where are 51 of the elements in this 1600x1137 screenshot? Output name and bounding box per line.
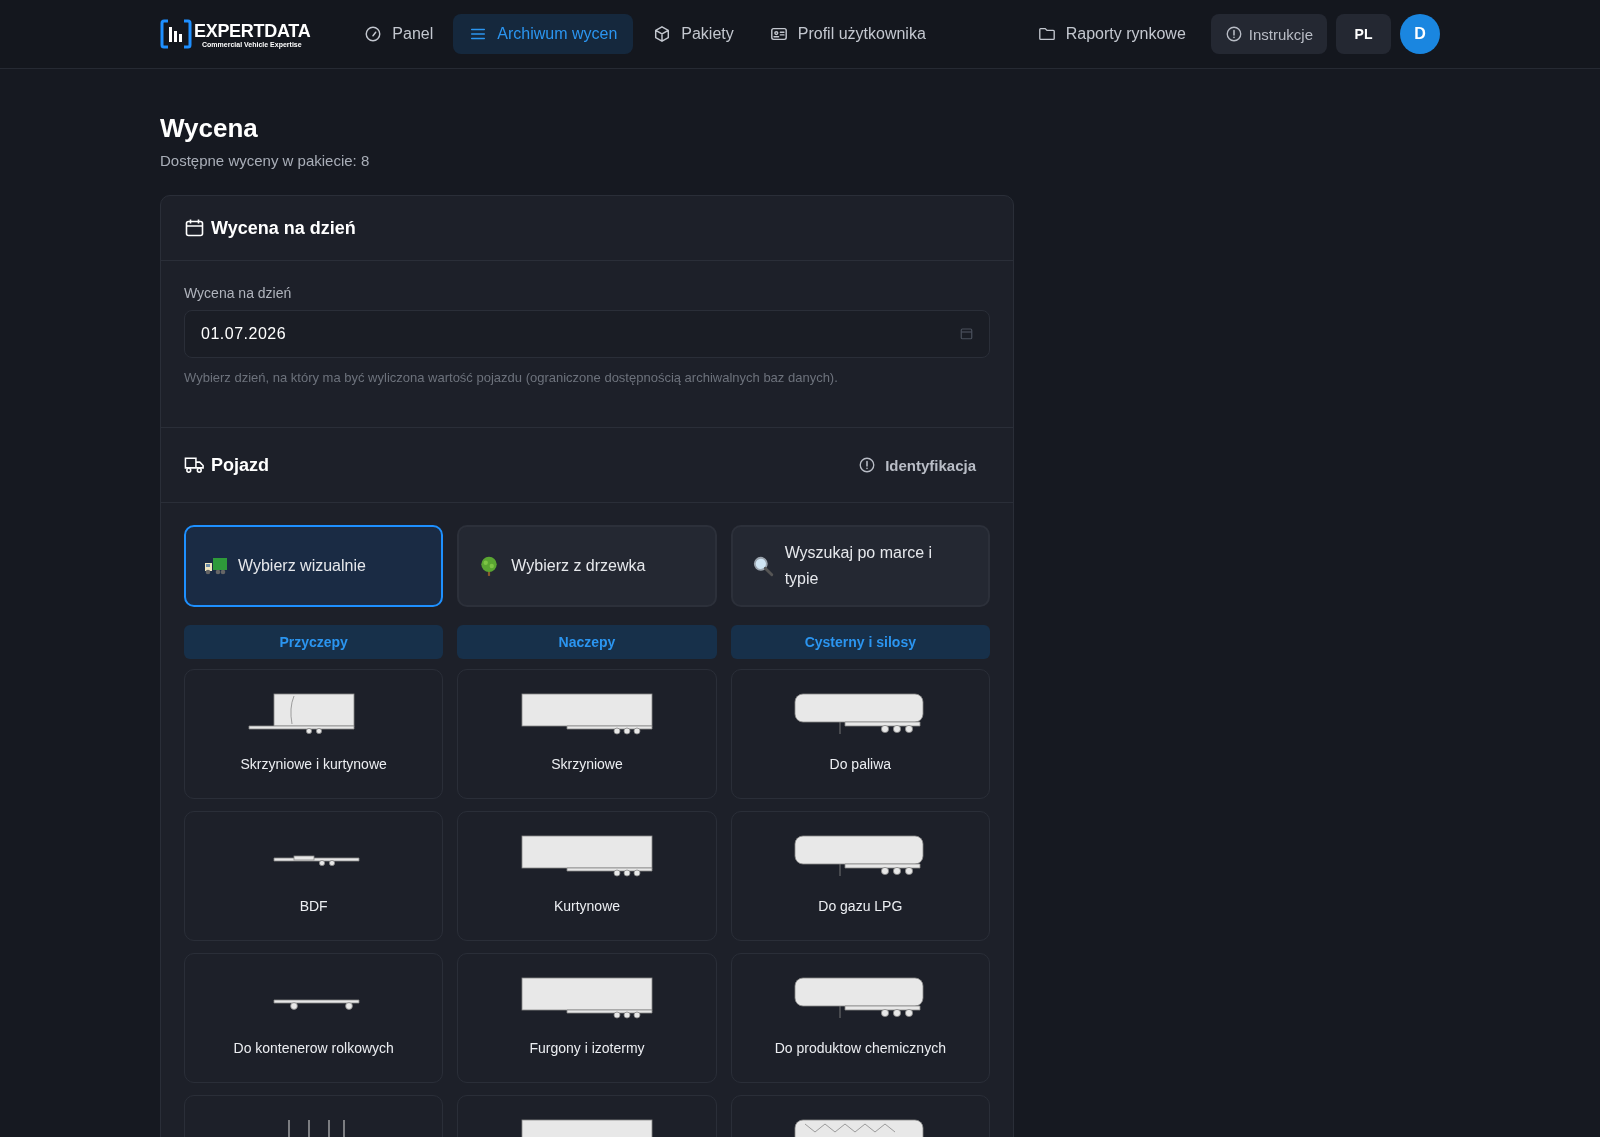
- truck-icon: [184, 455, 205, 475]
- vehicle-type-tile[interactable]: BDF: [184, 811, 444, 941]
- id-card-icon: [769, 25, 788, 43]
- folder-icon: [1037, 25, 1056, 43]
- truck-icon: [204, 555, 228, 577]
- field-hint: Wybierz dzień, na który ma być wyliczona wartość pojazdu (ograniczone dostępnością archiwalnych baz danych).: [184, 370, 839, 385]
- tile-label: Do paliwa: [829, 756, 892, 772]
- info-icon: [858, 456, 877, 474]
- tile-label: Kurtynowe: [553, 898, 621, 914]
- page-title: Wycena: [160, 113, 259, 144]
- selection-method-option[interactable]: Wybierz z drzewka: [457, 525, 717, 607]
- language-button[interactable]: PL: [1336, 14, 1391, 54]
- selection-method-option[interactable]: Wybierz wizualnie: [184, 525, 444, 607]
- vehicle-type-tile[interactable]: Skrzyniowe: [457, 669, 717, 799]
- category-tab[interactable]: Cysterny i silosy: [730, 625, 990, 659]
- selection-method-option[interactable]: Wyszukaj po marce i typie: [730, 525, 990, 607]
- tile-label: Furgony i izotermy: [529, 1040, 645, 1056]
- user-avatar[interactable]: D: [1400, 14, 1440, 54]
- nav-tab[interactable]: Panel: [348, 14, 450, 54]
- tile-label: Do produktow chemicznych: [774, 1040, 946, 1056]
- calendar-icon: [184, 218, 205, 238]
- nav-tab[interactable]: Pakiety: [637, 14, 750, 54]
- instructions-button[interactable]: Instrukcje: [1210, 14, 1327, 54]
- vehicle-type-tile[interactable]: Skrzyniowe i kurtynowe: [184, 669, 444, 799]
- cube-icon: [653, 25, 672, 43]
- vehicle-type-tile[interactable]: Do produktow chemicznych: [730, 953, 990, 1083]
- section-title: Pojazd: [211, 454, 269, 476]
- tile-label: Skrzyniowe: [551, 756, 623, 772]
- vehicle-type-tile[interactable]: Do paliwa: [730, 669, 990, 799]
- gauge-icon: [364, 25, 383, 43]
- vehicle-type-tile[interactable]: Do kontenerow rolkowych: [184, 953, 444, 1083]
- field-label: Wycena na dzień: [184, 285, 293, 301]
- vehicle-type-tile[interactable]: Kurtynowe: [457, 811, 717, 941]
- tile-label: Skrzyniowe i kurtynowe: [240, 756, 387, 772]
- page-subtitle: Dostępne wyceny w pakiecie: 8: [160, 152, 371, 169]
- vehicle-type-tile[interactable]: Do gazu LPG: [730, 811, 990, 941]
- date-field[interactable]: 01.07.2026: [184, 310, 990, 358]
- tile-label: Do kontenerow rolkowych: [233, 1040, 394, 1056]
- trailer-drawing: [288, 1119, 345, 1137]
- info-icon: [1224, 25, 1243, 43]
- section-title: Wycena na dzień: [211, 217, 356, 239]
- tile-label: BDF: [299, 898, 328, 914]
- category-tab[interactable]: Naczepy: [457, 625, 717, 659]
- tile-label: Do gazu LPG: [818, 898, 903, 914]
- category-tab[interactable]: Przyczepy: [184, 625, 444, 659]
- nav-tab[interactable]: Profil użytkownika: [753, 14, 942, 54]
- identification-link[interactable]: Identyfikacja: [858, 456, 990, 474]
- reports-link[interactable]: Raporty rynkowe: [1021, 14, 1202, 54]
- nav-tab[interactable]: Archiwum wycen: [453, 14, 634, 54]
- bar-chart-icon: [160, 18, 192, 50]
- vehicle-type-tile[interactable]: Furgony i izotermy: [457, 953, 717, 1083]
